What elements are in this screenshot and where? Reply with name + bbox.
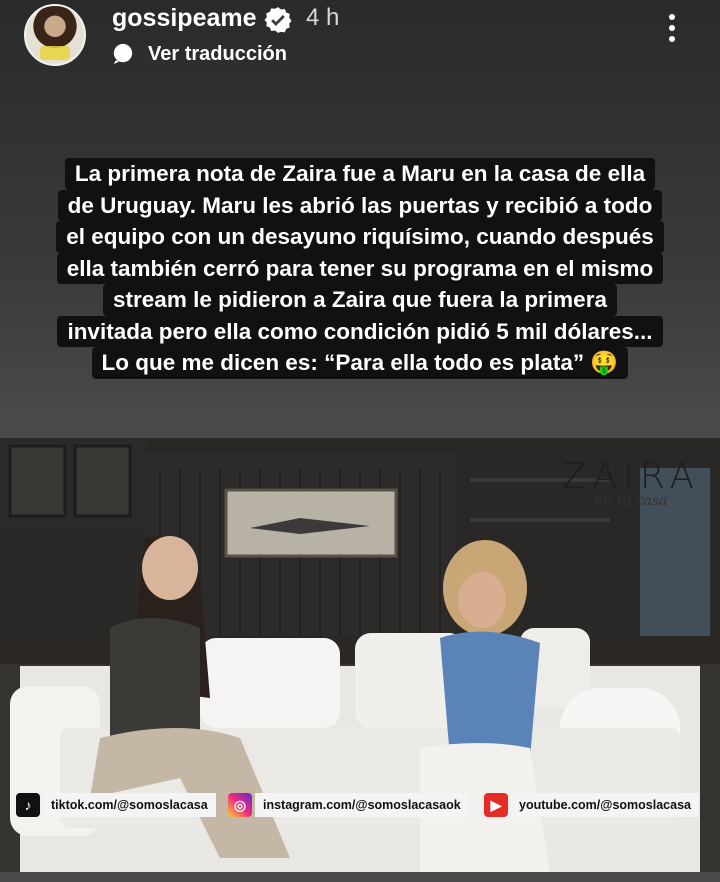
youtube-text: youtube.com/@somoslacasa [511,793,699,817]
instagram-link[interactable]: ◎ instagram.com/@somoslacasaok [228,792,469,818]
profile-avatar[interactable] [24,4,86,66]
youtube-icon: ▶ [484,793,508,817]
story-caption: La primera nota de Zaira fue a Maru en l… [30,158,690,379]
more-options-icon[interactable] [662,14,682,54]
translate-button[interactable]: Ver traducción [112,42,287,66]
tiktok-icon: ♪ [16,793,40,817]
instagram-icon: ◎ [228,793,252,817]
verified-badge-icon [264,7,292,33]
caption-line: La primera nota de Zaira fue a Maru en l… [64,158,656,190]
watermark-title: ZAIRA [562,456,701,497]
tiktok-text: tiktok.com/@somoslacasa [43,793,216,817]
story-header: gossipeame 4 h Ver traducción [0,0,720,80]
caption-line: stream le pidieron a Zaira que fuera la … [103,284,617,316]
video-frame[interactable]: ZAIRA en tu casa ♪ tiktok.com/@somoslaca… [0,438,720,872]
instagram-text: instagram.com/@somoslacasaok [255,793,469,817]
avatar-badge [40,46,70,60]
username[interactable]: gossipeame [112,4,257,33]
caption-line: ella también cerró para tener su program… [56,252,664,284]
caption-line: Lo que me dicen es: “Para ella todo es p… [91,347,629,379]
translate-icon [113,43,133,65]
caption-line: de Uruguay. Maru les abrió las puertas y… [57,189,663,221]
caption-line: el equipo con un desayuno riquísimo, cua… [56,221,664,253]
post-time: 4 h [306,4,340,31]
caption-line: invitada pero ella como condición pidió … [57,315,663,347]
translate-label: Ver traducción [148,42,287,65]
tiktok-link[interactable]: ♪ tiktok.com/@somoslacasa [16,792,216,818]
zaira-watermark: ZAIRA en tu casa [562,456,700,509]
youtube-link[interactable]: ▶ youtube.com/@somoslacasa [484,792,699,818]
